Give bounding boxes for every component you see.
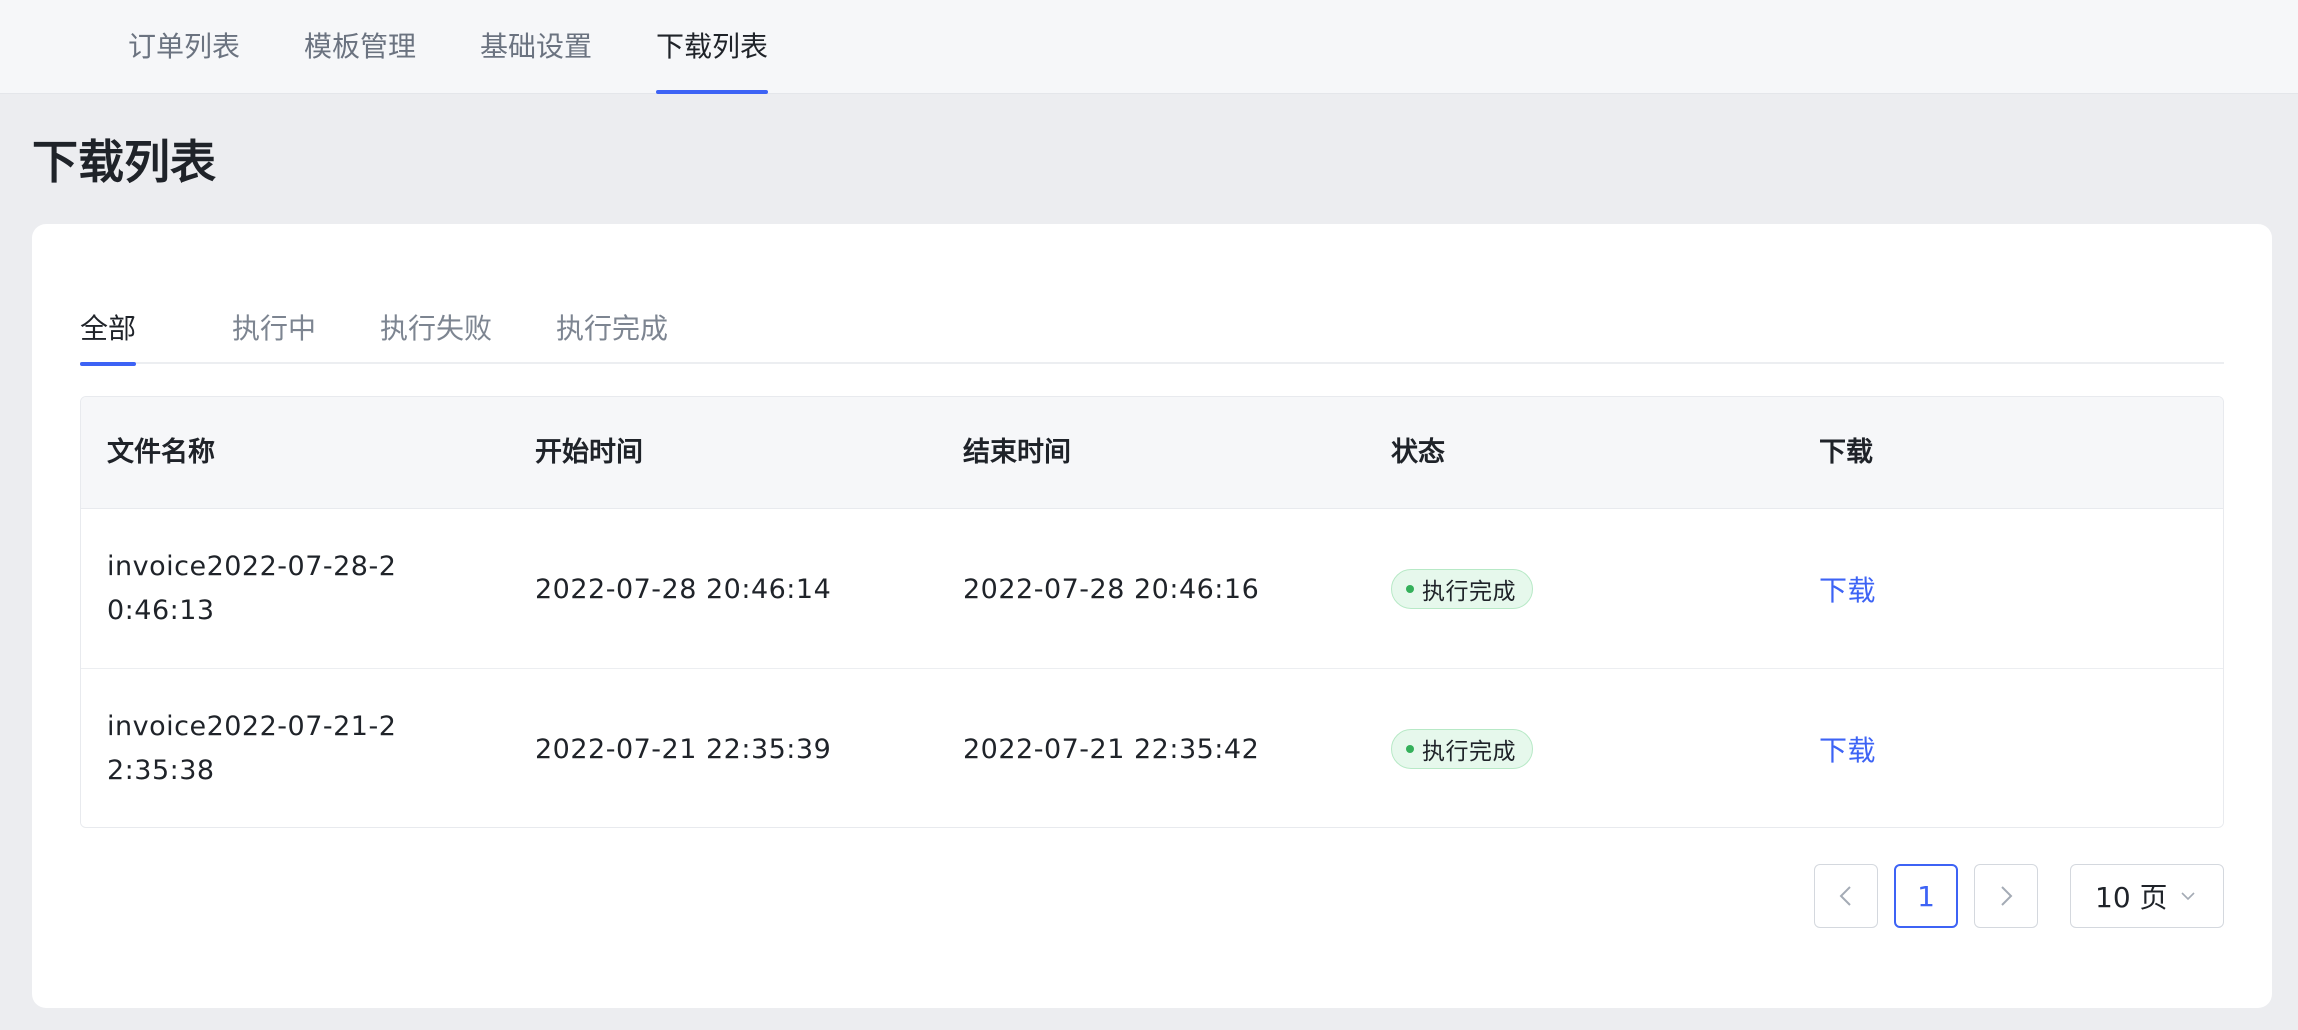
page-number-button[interactable]: 1 [1894,864,1958,928]
content-card: 全部 执行中 执行失败 执行完成 文件名称 开始时间 结束时间 状态 下载 in… [32,224,2272,1008]
nav-tab-orders[interactable]: 订单列表 [128,0,240,94]
column-header-start-time: 开始时间 [535,437,643,468]
table-header: 文件名称 开始时间 结束时间 状态 下载 [81,397,2223,509]
file-name-cell: invoice2022-07-21-22:35:38 [107,711,397,786]
status-badge-label: 执行完成 [1422,739,1516,765]
download-link[interactable]: 下载 [1819,729,1876,769]
page-title: 下载列表 [32,135,216,189]
table-row: invoice2022-07-28-20:46:13 2022-07-28 20… [81,509,2223,669]
download-table: 文件名称 开始时间 结束时间 状态 下载 invoice2022-07-28-2… [80,396,2224,828]
status-badge: 执行完成 [1391,729,1533,769]
page-size-value: 10 页 [2095,881,2168,914]
file-name-cell: invoice2022-07-28-20:46:13 [107,551,397,626]
filter-tab-all[interactable]: 全部 [80,294,137,366]
column-header-download: 下载 [1819,437,1873,468]
page-size-select[interactable]: 10 页 [2070,864,2224,928]
status-badge: 执行完成 [1391,569,1533,609]
filter-tab-failed[interactable]: 执行失败 [380,294,492,364]
download-cell: 下载 [1819,509,1876,669]
download-cell: 下载 [1819,669,1876,827]
status-dot-icon [1406,745,1414,753]
chevron-down-icon [2180,892,2195,901]
status-cell: 执行完成 [1391,669,1533,827]
prev-page-button[interactable] [1814,864,1878,928]
top-navigation: 订单列表 模板管理 基础设置 下载列表 [0,0,2298,94]
table-row: invoice2022-07-21-22:35:38 2022-07-21 22… [81,669,2223,827]
filter-tab-running[interactable]: 执行中 [232,294,316,364]
next-page-button[interactable] [1974,864,2038,928]
end-time-cell: 2022-07-21 22:35:42 [963,733,1260,765]
download-link[interactable]: 下载 [1819,569,1876,609]
nav-tab-settings[interactable]: 基础设置 [480,0,592,94]
column-header-file-name: 文件名称 [107,437,215,468]
status-dot-icon [1406,585,1414,593]
status-cell: 执行完成 [1391,509,1533,669]
nav-tab-downloads[interactable]: 下载列表 [656,0,769,94]
filter-tab-completed[interactable]: 执行完成 [556,294,668,364]
chevron-right-icon [2001,886,2013,906]
start-time-cell: 2022-07-28 20:46:14 [535,573,832,605]
column-header-end-time: 结束时间 [963,437,1071,468]
end-time-cell: 2022-07-28 20:46:16 [963,573,1260,605]
status-filter-tabs: 全部 执行中 执行失败 执行完成 [80,294,2224,366]
nav-tab-templates[interactable]: 模板管理 [304,0,416,94]
column-header-status: 状态 [1391,437,1445,468]
start-time-cell: 2022-07-21 22:35:39 [535,733,832,765]
status-badge-label: 执行完成 [1422,579,1516,605]
chevron-left-icon [1839,886,1851,906]
